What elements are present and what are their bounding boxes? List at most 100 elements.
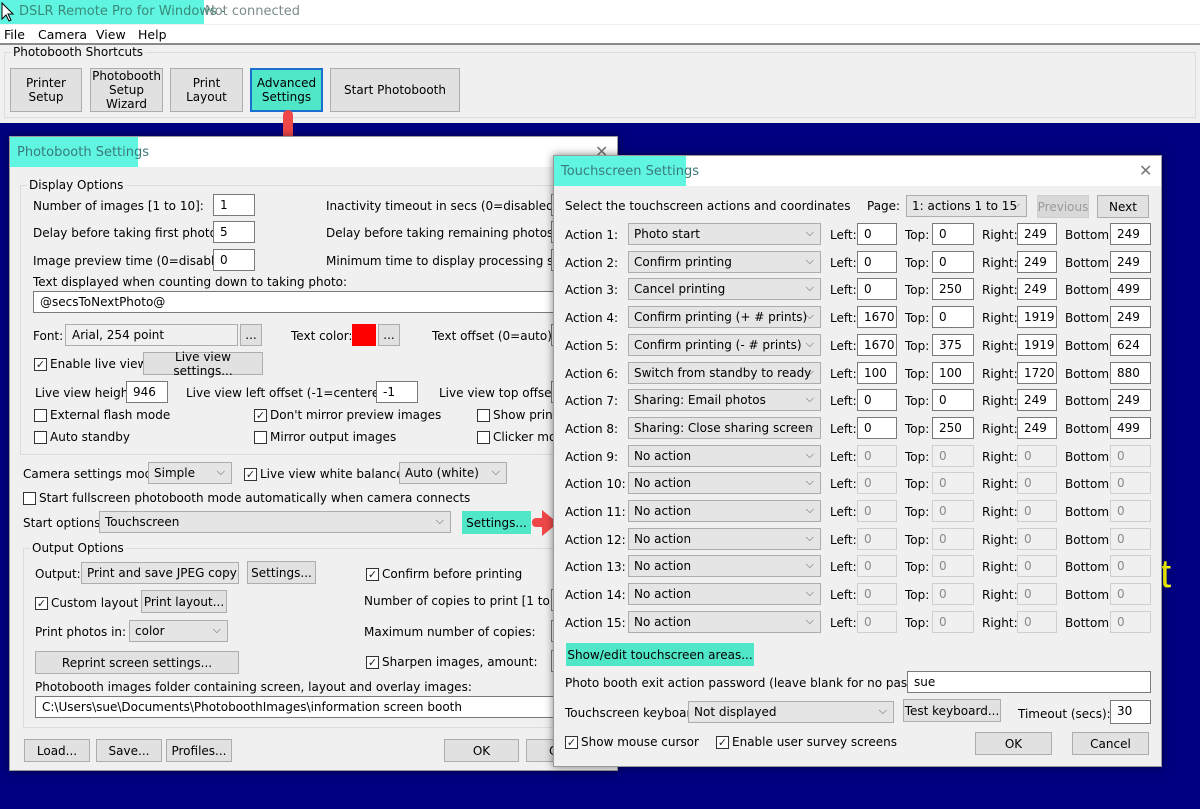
action-select[interactable]: Confirm printing ⌵ [628,250,821,273]
action-select[interactable]: No action ⌵ [628,610,821,633]
print-layout-dialog-button[interactable]: Print layout... [141,590,227,613]
bottom-input[interactable]: 0 [1110,444,1151,467]
right-input[interactable]: 1919 [1017,333,1057,356]
right-input[interactable]: 249 [1017,250,1057,273]
external-flash-checkbox[interactable]: External flash mode [34,408,170,422]
bottom-input[interactable]: 0 [1110,583,1151,606]
menu-help[interactable]: Help [138,27,167,42]
left-input[interactable]: 100 [857,361,897,384]
bottom-input[interactable]: 249 [1110,389,1151,412]
keyboard-select[interactable]: Not displayed ⌵ [688,701,894,723]
output-select[interactable]: Print and save JPEG copy ⌵ [81,562,239,584]
left-input[interactable]: 0 [857,527,897,550]
start-options-settings-button[interactable]: Settings... [462,511,531,534]
top-input[interactable]: 250 [932,278,974,301]
live-view-left-input[interactable]: -1 [376,381,418,403]
left-input[interactable]: 1670 [857,333,897,356]
top-input[interactable]: 0 [932,444,974,467]
top-input[interactable]: 0 [932,527,974,550]
printer-setup-button[interactable]: Printer Setup [10,68,82,112]
start-fullscreen-checkbox[interactable]: Start fullscreen photobooth mode automat… [23,491,470,505]
left-input[interactable]: 0 [857,583,897,606]
action-select[interactable]: Photo start ⌵ [628,223,821,245]
top-input[interactable]: 0 [932,389,974,412]
output-settings-button[interactable]: Settings... [247,561,316,584]
left-input[interactable]: 0 [857,472,897,495]
setup-wizard-button[interactable]: Photobooth Setup Wizard [90,68,163,112]
mirror-output-checkbox[interactable]: Mirror output images [254,430,396,444]
bottom-input[interactable]: 0 [1110,472,1151,495]
right-input[interactable]: 249 [1017,223,1057,245]
right-input[interactable]: 0 [1017,444,1057,467]
close-icon[interactable]: ✕ [1139,161,1152,180]
live-view-height-input[interactable]: 946 [126,381,168,403]
top-input[interactable]: 0 [932,583,974,606]
right-input[interactable]: 0 [1017,500,1057,522]
bottom-input[interactable]: 249 [1110,223,1151,245]
load-button[interactable]: Load... [24,739,90,762]
left-input[interactable]: 0 [857,444,897,467]
right-input[interactable]: 1919 [1017,306,1057,329]
save-button[interactable]: Save... [96,739,162,762]
bottom-input[interactable]: 499 [1110,278,1151,301]
action-select[interactable]: No action ⌵ [628,500,821,522]
previous-button[interactable]: Previous [1037,195,1089,218]
left-input[interactable]: 0 [857,389,897,412]
start-photobooth-button[interactable]: Start Photobooth [330,68,460,112]
top-input[interactable]: 0 [932,555,974,578]
left-input[interactable]: 0 [857,500,897,522]
bottom-input[interactable]: 249 [1110,250,1151,273]
action-select[interactable]: No action ⌵ [628,472,821,495]
top-input[interactable]: 0 [932,306,974,329]
left-input[interactable]: 1670 [857,306,897,329]
show-mouse-checkbox[interactable]: ✓ Show mouse cursor [565,735,699,749]
top-input[interactable]: 375 [932,333,974,356]
right-input[interactable]: 0 [1017,583,1057,606]
bottom-input[interactable]: 0 [1110,500,1151,522]
menu-view[interactable]: View [96,27,126,42]
top-input[interactable]: 0 [932,610,974,633]
left-input[interactable]: 0 [857,610,897,633]
action-select[interactable]: No action ⌵ [628,555,821,578]
left-input[interactable]: 0 [857,250,897,273]
ok-button[interactable]: OK [975,732,1052,755]
top-input[interactable]: 0 [932,250,974,273]
right-input[interactable]: 1720 [1017,361,1057,384]
action-select[interactable]: Cancel printing ⌵ [628,278,821,301]
bottom-input[interactable]: 499 [1110,416,1151,439]
left-input[interactable]: 0 [857,278,897,301]
auto-standby-checkbox[interactable]: Auto standby [34,430,130,444]
color-picker-button[interactable]: ... [378,324,400,346]
top-input[interactable]: 0 [932,500,974,522]
live-view-wb-checkbox[interactable]: ✓ Live view white balance: [244,467,408,481]
right-input[interactable]: 0 [1017,555,1057,578]
left-input[interactable]: 0 [857,555,897,578]
action-select[interactable]: Confirm printing (+ # prints) ⌵ [628,306,821,329]
right-input[interactable]: 249 [1017,389,1057,412]
top-input[interactable]: 250 [932,416,974,439]
top-input[interactable]: 0 [932,472,974,495]
right-input[interactable]: 0 [1017,472,1057,495]
bottom-input[interactable]: 0 [1110,527,1151,550]
folder-input[interactable]: C:\Users\sue\Documents\PhotoboothImages\… [35,696,615,718]
top-input[interactable]: 0 [932,223,974,245]
bottom-input[interactable]: 0 [1110,610,1151,633]
font-picker-button[interactable]: ... [240,324,262,346]
action-select[interactable]: Sharing: Email photos ⌵ [628,389,821,412]
action-select[interactable]: No action ⌵ [628,444,821,467]
right-input[interactable]: 249 [1017,278,1057,301]
reprint-settings-button[interactable]: Reprint screen settings... [35,651,239,674]
action-select[interactable]: Switch from standby to ready ⌵ [628,361,821,384]
sharpen-checkbox[interactable]: ✓ Sharpen images, amount: [366,655,538,669]
dont-mirror-checkbox[interactable]: ✓ Don't mirror preview images [254,408,441,422]
page-select[interactable]: 1: actions 1 to 15 ⌵ [906,195,1027,217]
action-select[interactable]: Sharing: Close sharing screen ⌵ [628,416,821,439]
start-options-select[interactable]: Touchscreen ⌵ [99,511,451,533]
print-color-select[interactable]: color ⌵ [129,620,228,642]
right-input[interactable]: 249 [1017,416,1057,439]
menu-camera[interactable]: Camera [38,27,87,42]
live-view-settings-button[interactable]: Live view settings... [143,350,263,378]
bottom-input[interactable]: 880 [1110,361,1151,384]
left-input[interactable]: 0 [857,223,897,245]
white-balance-select[interactable]: Auto (white) ⌵ [399,462,507,484]
